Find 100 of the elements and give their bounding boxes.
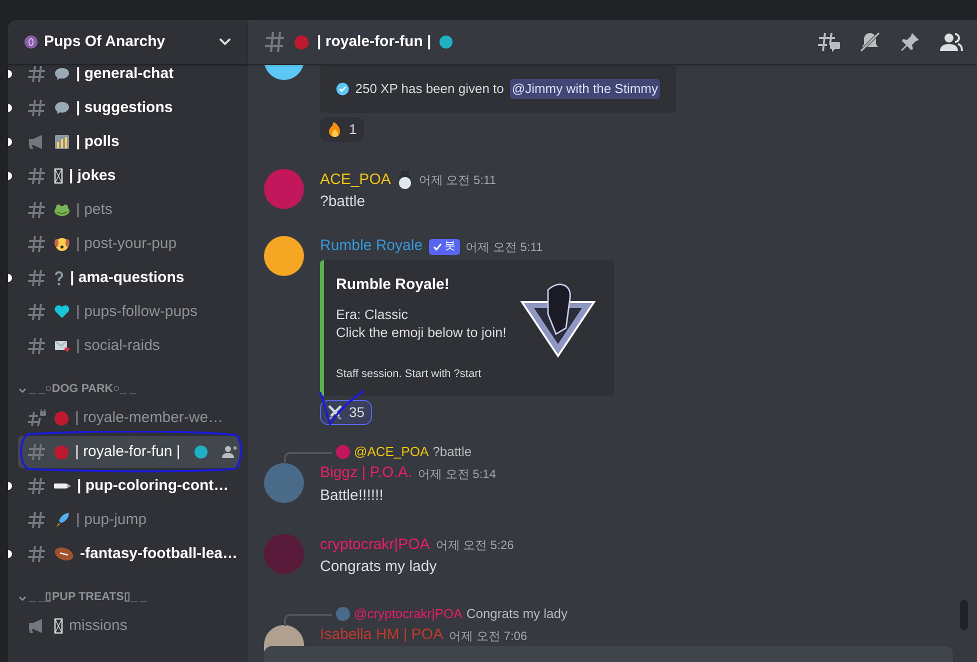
timestamp: 어제 오전 5:26 [436, 537, 514, 554]
members-icon[interactable] [939, 31, 963, 53]
annotation-checkmark [318, 390, 366, 426]
channel-item[interactable]: | post-your-pup [18, 228, 240, 260]
missing-glyph-icon [54, 168, 63, 184]
circle-emoji-icon [54, 410, 69, 426]
channel-item[interactable]: missions [18, 610, 240, 642]
channel-item[interactable]: | ama-questions [18, 262, 240, 294]
timestamp: 어제 오전 5:14 [418, 466, 496, 482]
channel-name: | polls [76, 132, 120, 152]
channel-item[interactable]: -fantasy-football-lea… [18, 538, 240, 570]
server-icon [24, 35, 38, 49]
hash-icon [27, 545, 47, 563]
channel-item[interactable]: | pup-coloring-cont… [18, 470, 240, 502]
frog-icon [54, 203, 70, 217]
scrollbar-thumb[interactable] [960, 600, 968, 630]
muted-bell-icon[interactable] [859, 31, 881, 53]
channel-item[interactable]: | pups-follow-pups [18, 296, 240, 328]
speech-bubble-icon [54, 67, 70, 81]
football-icon [54, 546, 74, 562]
missing-glyph-icon [54, 618, 63, 634]
add-member-icon[interactable] [222, 445, 238, 459]
channel-name: | pups-follow-pups [76, 302, 198, 322]
crossed-swords-icon [327, 404, 343, 420]
channel-item[interactable]: | polls [18, 126, 240, 158]
author-name[interactable]: ACE_POA [320, 168, 391, 192]
threads-icon[interactable] [817, 31, 841, 53]
heart-icon [54, 305, 70, 319]
hash-icon [27, 65, 47, 83]
server-header[interactable]: Pups Of Anarchy [8, 20, 248, 65]
envelope-icon [54, 339, 70, 353]
hash-icon [264, 31, 286, 53]
bar-chart-icon [54, 134, 70, 150]
channel-name: | pup-jump [76, 510, 147, 530]
hash-icon [27, 337, 47, 355]
avatar [336, 444, 350, 458]
circle-emoji-icon [54, 444, 69, 460]
channel-name: | jokes [69, 166, 116, 186]
channel-item[interactable]: | royale-for-fun | [18, 436, 240, 468]
pencil-icon [54, 483, 71, 489]
hash-icon [27, 303, 47, 321]
circle-emoji-icon [294, 34, 309, 50]
channel-item[interactable]: | jokes [18, 160, 240, 192]
rocket-icon [54, 512, 70, 528]
hash-icon [27, 235, 47, 253]
message-text: Battle!!!!!! [320, 486, 384, 506]
user-mention[interactable]: @Jimmy with the Stimmy [510, 79, 660, 99]
reply-preview[interactable]: Congrats my lady [466, 604, 568, 624]
reply-mention[interactable]: @ACE_POA [354, 442, 429, 462]
category-header[interactable]: _ _○DOG PARK○_ _ [8, 379, 248, 401]
server-name: Pups Of Anarchy [44, 32, 166, 52]
verified-check-icon [336, 81, 350, 97]
locked-hash-icon [27, 409, 47, 427]
hash-icon [27, 511, 47, 529]
embed-line: Click the emoji below to join! [336, 324, 508, 342]
channel-item[interactable]: | royale-member-we… [18, 402, 240, 434]
channel-name: missions [69, 616, 128, 636]
channel-item[interactable]: | pets [18, 194, 240, 226]
embed-line: Era: Classic [336, 306, 410, 324]
flame-icon [327, 122, 343, 138]
hash-icon [27, 269, 47, 287]
circle-emoji-icon [439, 35, 454, 49]
channel-title: | royale-for-fun | [317, 32, 432, 52]
message-text: Congrats my lady [320, 557, 438, 577]
reaction-button[interactable]: 35 [320, 400, 372, 424]
chevron-icon [18, 386, 27, 394]
avatar [336, 606, 350, 620]
reaction-button[interactable]: 1 [320, 117, 364, 142]
speech-bubble-icon [54, 101, 70, 115]
channel-name: | pets [76, 200, 112, 220]
channel-name: -fantasy-football-lea… [80, 544, 238, 564]
channel-name: | ama-questions [70, 268, 184, 288]
pin-icon[interactable] [899, 31, 921, 53]
reply-preview[interactable]: ?battle [432, 442, 472, 462]
hash-icon [27, 99, 47, 117]
channel-name: | social-raids [76, 336, 160, 356]
question-mark-icon [54, 270, 64, 286]
chevron-down-icon [218, 37, 232, 47]
channel-item[interactable]: | pup-jump [18, 504, 240, 536]
embed-title: Rumble Royale! [336, 274, 450, 294]
avatar[interactable] [264, 236, 304, 276]
channel-item[interactable]: | social-raids [18, 330, 240, 362]
channel-name: | royale-member-we… [75, 408, 224, 428]
chevron-icon [18, 594, 27, 602]
hash-icon [27, 477, 47, 495]
channel-name: | post-your-pup [76, 234, 177, 254]
channel-name: | pup-coloring-cont… [77, 476, 229, 496]
circle-emoji-icon [194, 445, 208, 459]
message-text: ?battle [320, 192, 366, 212]
embed-text: 250 XP has been given to [355, 80, 504, 98]
channel-item[interactable]: | suggestions [18, 92, 240, 124]
author-name[interactable]: Rumble Royale [320, 235, 423, 258]
snowman-icon [396, 171, 413, 189]
category-header[interactable]: _ _▯PUP TREATS▯_ _ [8, 587, 248, 609]
hash-icon [27, 443, 47, 461]
channel-name: | suggestions [76, 98, 173, 118]
channel-name: | royale-for-fun | [75, 442, 180, 462]
embed-footer: Staff session. Start with ?start [336, 366, 518, 382]
bot-badge: 봇 [428, 238, 460, 254]
hash-icon [27, 201, 47, 219]
